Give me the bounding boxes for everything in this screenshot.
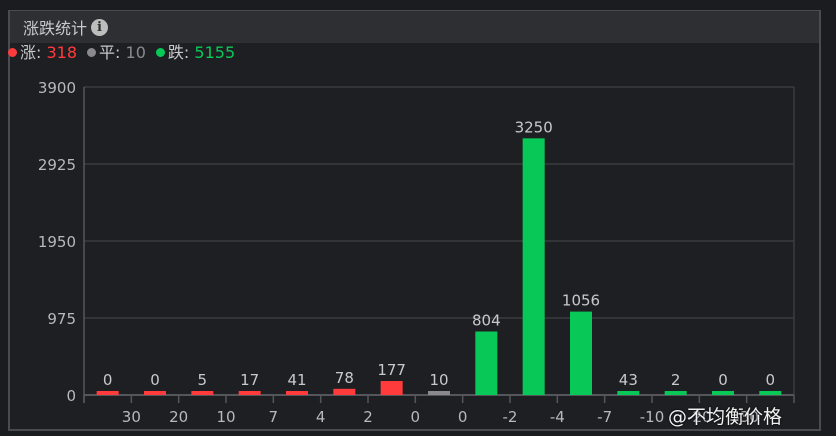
bar <box>617 391 640 395</box>
bar <box>428 391 450 395</box>
data-label: 0 <box>103 371 113 389</box>
x-tick-label: 0 <box>411 408 421 426</box>
x-tick-label: -7 <box>597 408 612 426</box>
data-label: 43 <box>619 371 638 389</box>
x-tick-label: 7 <box>269 408 279 426</box>
data-label: 0 <box>766 371 776 389</box>
y-tick-label: 2925 <box>38 156 76 174</box>
data-label: 5 <box>198 371 208 389</box>
data-label: 2 <box>671 371 681 389</box>
bar <box>333 388 356 395</box>
data-label: 17 <box>240 371 259 389</box>
data-label: 804 <box>472 312 501 330</box>
bar <box>286 391 308 395</box>
x-tick-label: 10 <box>216 408 235 426</box>
x-tick-label: 30 <box>122 408 141 426</box>
data-label: 3250 <box>515 118 553 136</box>
data-label: 10 <box>429 371 448 389</box>
bar <box>570 311 592 395</box>
bar <box>191 391 214 395</box>
bar <box>759 391 782 395</box>
x-tick-label: 4 <box>316 408 326 426</box>
x-tick-label: -2 <box>503 408 518 426</box>
bar <box>712 391 734 395</box>
data-label: 78 <box>335 369 354 387</box>
bar <box>380 381 403 395</box>
data-label: 177 <box>377 361 406 379</box>
data-label: 0 <box>718 371 728 389</box>
bar <box>238 391 261 395</box>
bar <box>522 138 545 396</box>
x-tick-label: 0 <box>458 408 468 426</box>
x-tick-label: -10 <box>640 408 665 426</box>
bar <box>664 391 687 395</box>
y-tick-label: 1950 <box>38 233 76 251</box>
data-label: 41 <box>287 371 306 389</box>
y-tick-label: 975 <box>47 310 76 328</box>
x-tick-label: 20 <box>169 408 188 426</box>
bar <box>96 391 119 395</box>
bar <box>475 331 498 395</box>
data-label: 1056 <box>562 292 600 310</box>
bar <box>144 391 166 395</box>
x-tick-label: -4 <box>550 408 565 426</box>
x-tick-label: 2 <box>363 408 373 426</box>
y-tick-label: 0 <box>66 387 76 405</box>
data-label: 0 <box>150 371 160 389</box>
watermark: @不均衡价格 <box>668 406 783 428</box>
bar-chart: 097519502925390030 20 10 7 4 2 0 0 -2 -4 -7 -10 -20-… <box>38 79 795 426</box>
y-tick-label: 3900 <box>38 79 76 97</box>
